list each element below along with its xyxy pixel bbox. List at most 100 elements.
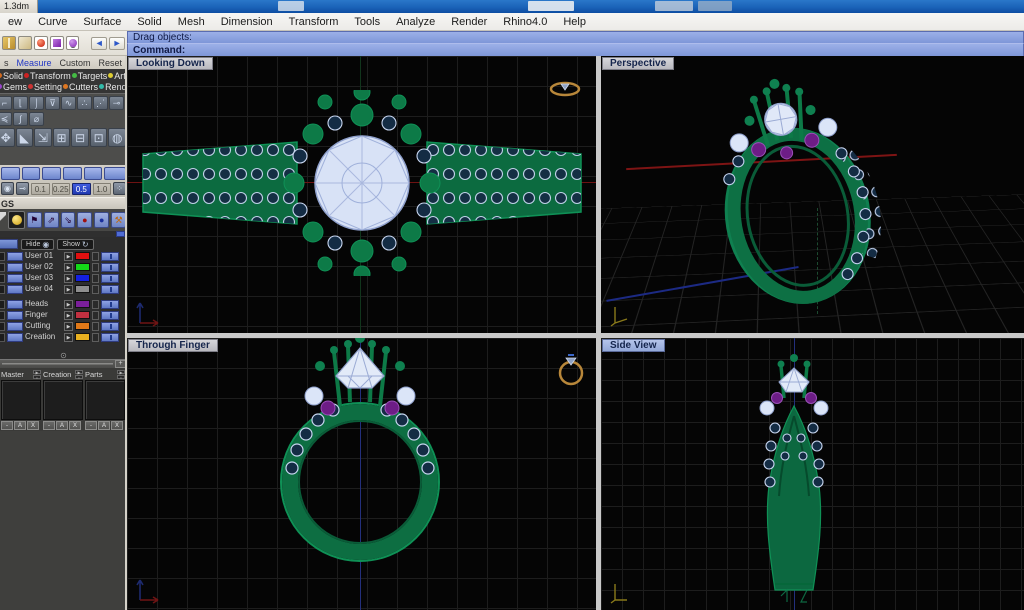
- command-prompt[interactable]: Command:: [127, 43, 1024, 56]
- redo-arrow-icon[interactable]: ►: [109, 37, 125, 50]
- segment-tool-icon[interactable]: ⋰: [93, 96, 108, 110]
- layer-lock-button[interactable]: [92, 274, 99, 283]
- clipped-layer-button[interactable]: [0, 239, 18, 249]
- sphere-icon[interactable]: ●: [94, 212, 109, 228]
- corner-tool-icon[interactable]: ⊽: [45, 96, 60, 110]
- node-tool-icon[interactable]: ⊸: [109, 96, 124, 110]
- freeform-curve-icon[interactable]: ∿: [61, 96, 76, 110]
- clear-button[interactable]: X: [69, 421, 81, 430]
- col-expand-icon[interactable]: ▶: [75, 370, 83, 374]
- remove-button[interactable]: -: [43, 421, 55, 430]
- category-setting[interactable]: Setting: [28, 82, 62, 92]
- scroll-knob-icon[interactable]: ⊙: [60, 351, 67, 360]
- layer-material-button[interactable]: [101, 300, 119, 309]
- curve-tool-icon[interactable]: ⌐: [0, 96, 12, 110]
- osnap-button[interactable]: [63, 167, 82, 180]
- panel-toggle-button[interactable]: [116, 231, 125, 237]
- menu-transform[interactable]: Transform: [281, 13, 347, 31]
- extra-snap-button[interactable]: [104, 167, 126, 180]
- orient-tool-icon[interactable]: ⊡: [90, 128, 108, 147]
- menu-help[interactable]: Help: [555, 13, 594, 31]
- layer-material-button[interactable]: [101, 322, 119, 331]
- scale-tool-icon[interactable]: ◣: [16, 128, 34, 147]
- layer-expand-icon[interactable]: ▶: [64, 263, 73, 272]
- creation-list[interactable]: [43, 380, 83, 420]
- record-dot-icon[interactable]: ●: [77, 212, 92, 228]
- menu-rhino40[interactable]: Rhino4.0: [495, 13, 555, 31]
- menu-tools[interactable]: Tools: [346, 13, 388, 31]
- layer-lock-button[interactable]: [92, 322, 99, 331]
- step-0.25-button[interactable]: 0.25: [52, 183, 71, 195]
- planar-button[interactable]: [42, 167, 61, 180]
- rotate-tool-icon[interactable]: ⇲: [34, 128, 52, 147]
- tab-partial[interactable]: s: [0, 58, 13, 68]
- menu-surface[interactable]: Surface: [75, 13, 129, 31]
- all-button[interactable]: A: [98, 421, 110, 430]
- step-0.1-button[interactable]: 0.1: [31, 183, 50, 195]
- layer-material-button[interactable]: [101, 311, 119, 320]
- mirror-curve-icon[interactable]: ≼: [0, 112, 12, 126]
- visibility-icon[interactable]: ◉: [1, 182, 14, 195]
- viewport-looking-down[interactable]: Looking Down: [127, 56, 596, 333]
- viewport-side-view[interactable]: Side View: [601, 338, 1024, 610]
- layer-material-button[interactable]: [101, 285, 119, 294]
- cube-tool-icon[interactable]: [50, 36, 64, 50]
- move-tool-icon[interactable]: ✥: [0, 128, 15, 147]
- layers-scroll[interactable]: ⊙: [0, 345, 127, 354]
- category-cutters[interactable]: Cutters: [63, 82, 98, 92]
- layer-lock-button[interactable]: [92, 300, 99, 309]
- ortho-button[interactable]: [22, 167, 41, 180]
- viewport-perspective[interactable]: Perspective: [601, 56, 1024, 333]
- ring-tool-icon[interactable]: [66, 36, 80, 50]
- offset-curve-icon[interactable]: ∫: [13, 112, 28, 126]
- points-curve-icon[interactable]: ∴: [77, 96, 92, 110]
- flag-icon[interactable]: ⚑: [27, 212, 42, 228]
- layer-material-button[interactable]: [101, 263, 119, 272]
- layer-lock-button[interactable]: [92, 263, 99, 272]
- viewport-through-finger[interactable]: Through Finger: [127, 338, 596, 610]
- step-0.5-button[interactable]: 0.5: [72, 183, 91, 195]
- menu-solid[interactable]: Solid: [129, 13, 169, 31]
- figure-icon[interactable]: ⚒: [111, 212, 126, 228]
- record-button[interactable]: [84, 167, 103, 180]
- arc-tool-icon[interactable]: ⌡: [29, 96, 44, 110]
- layer-material-button[interactable]: [101, 252, 119, 261]
- clear-button[interactable]: X: [111, 421, 123, 430]
- category-transform[interactable]: Transform: [24, 71, 71, 81]
- hide-layers-button[interactable]: Hide ◉: [21, 239, 54, 250]
- layer-color-swatch[interactable]: [75, 263, 90, 271]
- col-dot-icon[interactable]: •: [117, 375, 125, 379]
- viewport-label[interactable]: Perspective: [602, 57, 674, 70]
- layer-lock-button[interactable]: [92, 311, 99, 320]
- col-dot-icon[interactable]: •: [75, 375, 83, 379]
- remove-button[interactable]: -: [1, 421, 13, 430]
- layer-lock-button[interactable]: [92, 333, 99, 342]
- layer-material-button[interactable]: [101, 274, 119, 283]
- layer-color-swatch[interactable]: [75, 285, 90, 293]
- category-gems[interactable]: Gems: [0, 82, 27, 92]
- layer-lock-button[interactable]: [92, 252, 99, 261]
- layer-expand-icon[interactable]: ▶: [64, 274, 73, 283]
- step-1.0-button[interactable]: 1.0: [93, 183, 112, 195]
- layer-color-swatch[interactable]: [75, 300, 90, 308]
- grid-snap-button[interactable]: [1, 167, 20, 180]
- layer-color-swatch[interactable]: [75, 274, 90, 282]
- viewport-label[interactable]: Through Finger: [128, 339, 218, 352]
- col-expand-icon[interactable]: ▶: [33, 370, 41, 374]
- layer-expand-icon[interactable]: ▶: [64, 252, 73, 261]
- pin-icon[interactable]: ⊸: [16, 182, 29, 195]
- parts-list[interactable]: [85, 380, 125, 420]
- all-button[interactable]: A: [56, 421, 68, 430]
- gem-ball-icon[interactable]: [8, 211, 25, 229]
- layer-expand-icon[interactable]: ▶: [64, 311, 73, 320]
- viewport-label[interactable]: Side View: [602, 339, 665, 352]
- layer-lock-button[interactable]: [92, 285, 99, 294]
- menu-view[interactable]: ew: [0, 13, 30, 31]
- layer-row-user02[interactable]: User 02 ▶: [0, 262, 126, 272]
- save-file-icon[interactable]: [18, 36, 32, 50]
- layer-expand-icon[interactable]: ▶: [64, 285, 73, 294]
- category-render[interactable]: Render: [99, 82, 127, 92]
- array-tool-icon[interactable]: ⊟: [71, 128, 89, 147]
- layer-row-finger[interactable]: Finger ▶: [0, 310, 126, 320]
- layer-expand-icon[interactable]: ▶: [64, 300, 73, 309]
